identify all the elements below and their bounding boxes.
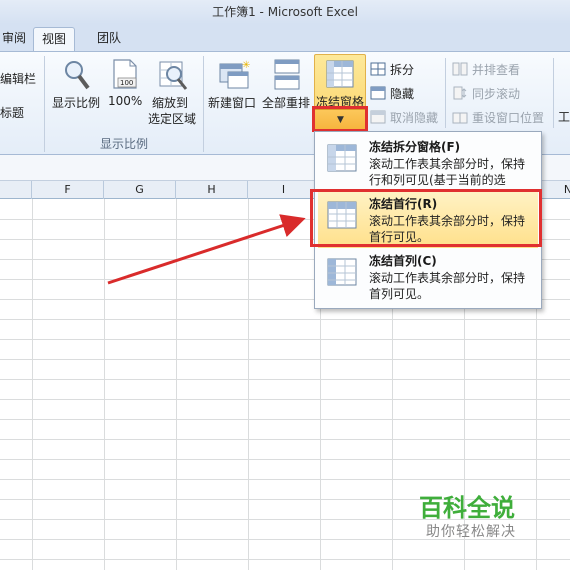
page-100-icon: 100 [113, 59, 137, 89]
switch-window-partial[interactable]: 工 [558, 108, 570, 125]
menu-item-description: 滚动工作表其余部分时，保持首列可见。 [369, 271, 526, 301]
group-divider [553, 58, 554, 128]
annotation-box-freeze-top-row [310, 189, 542, 247]
freeze-panes-icon [327, 144, 357, 172]
magnifier-icon [65, 61, 90, 90]
unhide-button[interactable]: 取消隐藏 [370, 108, 450, 126]
new-window-button[interactable]: ✳ 新建窗口 [208, 56, 260, 116]
edit-bar-checkbox-label[interactable]: 编辑栏 [0, 70, 36, 87]
menu-item-freeze-first-column[interactable]: 冻结首列(C) 滚动工作表其余部分时，保持首列可见。 [318, 249, 538, 305]
unhide-window-icon [370, 110, 386, 124]
column-header-h[interactable]: H [176, 181, 248, 199]
freeze-panes-icon [326, 60, 354, 88]
menu-item-title: 冻结首列(C) [369, 254, 437, 268]
side-by-side-icon [452, 62, 468, 76]
zoom-100-button[interactable]: 100 100% [106, 56, 144, 116]
window-title: 工作簿1 - Microsoft Excel [0, 0, 570, 24]
tab-review[interactable]: 审阅 [0, 27, 34, 51]
watermark-title: 百科全说 [419, 494, 515, 522]
group-divider [445, 58, 446, 128]
ribbon-tab-row: 审阅 视图 团队 [0, 24, 570, 52]
sync-scroll-icon [453, 86, 467, 100]
zoom-to-selection-button[interactable]: 缩放到 选定区域 [148, 56, 200, 128]
side-by-side-button[interactable]: 并排查看 [452, 60, 552, 78]
group-divider [44, 56, 45, 152]
annotation-box-dropdown [312, 106, 368, 132]
new-window-icon: ✳ [219, 60, 250, 89]
hide-window-icon [370, 86, 386, 100]
sync-scroll-button[interactable]: 同步滚动 [452, 84, 552, 102]
split-button[interactable]: 拆分 [370, 60, 450, 78]
svg-text:100: 100 [120, 79, 133, 87]
freeze-first-column-icon [327, 258, 357, 286]
hide-button[interactable]: 隐藏 [370, 84, 450, 102]
reset-position-icon [452, 112, 468, 124]
watermark-subtitle: 助你轻松解决 [426, 524, 516, 540]
zoom-button[interactable]: 显示比例 [52, 56, 102, 116]
group-divider [203, 56, 204, 152]
reset-window-position-button[interactable]: 重设窗口位置 [452, 108, 552, 126]
headings-checkbox-label[interactable]: 标题 [0, 104, 24, 121]
column-header-partial[interactable] [0, 181, 32, 199]
column-header-f[interactable]: F [32, 181, 104, 199]
column-header-n[interactable]: N [558, 181, 570, 199]
zoom-selection-icon [159, 61, 188, 90]
column-header-g[interactable]: G [104, 181, 176, 199]
zoom-group-label: 显示比例 [100, 137, 149, 151]
arrange-all-button[interactable]: 全部重排 [262, 56, 314, 116]
menu-item-title: 冻结拆分窗格(F) [369, 140, 461, 154]
svg-text:✳: ✳ [242, 60, 250, 71]
tab-team[interactable]: 团队 [89, 27, 129, 51]
split-icon [370, 62, 386, 76]
menu-item-freeze-panes[interactable]: 冻结拆分窗格(F) 滚动工作表其余部分时，保持行和列可见(基于当前的选择)。 [318, 135, 538, 203]
arrange-all-icon [274, 59, 300, 90]
tab-view[interactable]: 视图 [33, 27, 76, 52]
